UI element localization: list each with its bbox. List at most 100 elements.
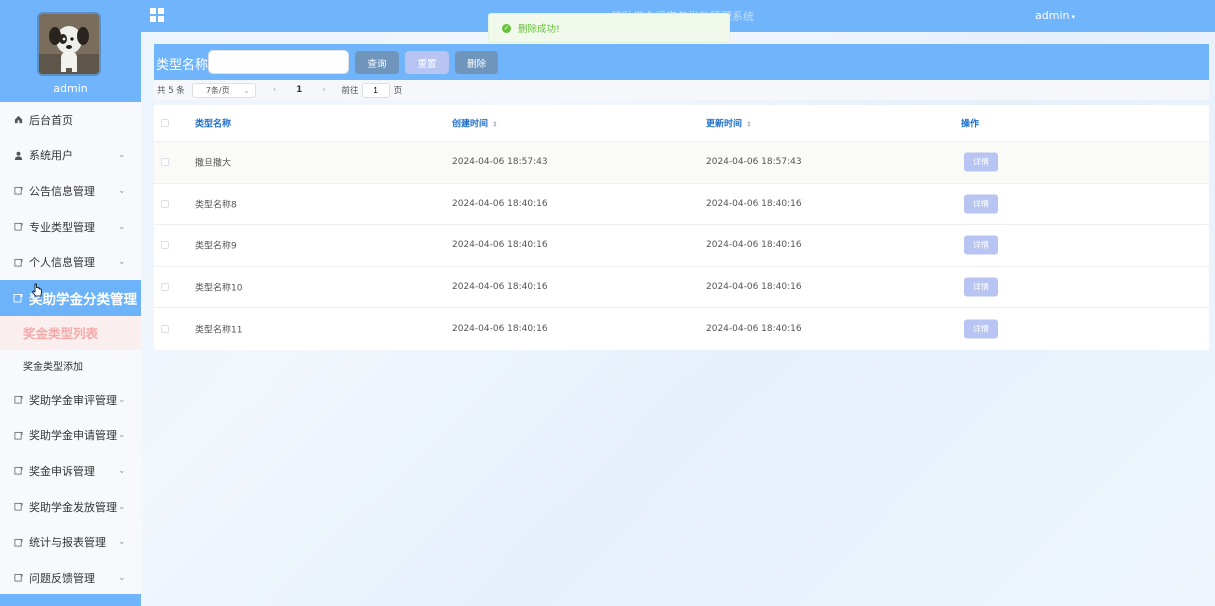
chevron-down-icon: ⌄ <box>118 394 126 405</box>
caret-down-icon: ▾ <box>1071 13 1075 21</box>
document-icon <box>13 186 23 196</box>
chevron-down-icon: ⌄ <box>118 430 126 441</box>
check-circle-icon: ✓ <box>502 23 511 33</box>
detail-button[interactable]: 详情 <box>964 235 998 255</box>
sidebar-item-feedback[interactable]: 问题反馈管理 ⌄ <box>0 560 141 596</box>
sidebar-item-scholarship-review[interactable]: 奖助学金审评管理 ⌄ <box>0 382 141 418</box>
mouse-cursor-icon <box>31 283 42 297</box>
sidebar-item-system-users[interactable]: 系统用户 ⌄ <box>0 138 141 174</box>
goto-label: 前往 <box>341 86 359 96</box>
query-button[interactable]: 查询 <box>355 51 399 74</box>
cell-created: 2024-04-06 18:40:16 <box>452 281 548 292</box>
search-bar: 类型名称 查询 重置 删除 <box>154 44 1209 80</box>
page-size-select[interactable]: 7条/页 ⌄ <box>191 82 256 98</box>
data-table: 类型名称 创建时间 ⇕ 更新时间 ⇕ 操作 撒旦撒大 2024-04-06 18:5… <box>154 105 1209 350</box>
sidebar-item-scholarship-payout[interactable]: 奖助学金发放管理 ⌄ <box>0 489 141 525</box>
sidebar-header: admin <box>0 0 141 102</box>
row-checkbox[interactable] <box>161 158 169 167</box>
sort-icon[interactable]: ⇕ <box>746 121 752 129</box>
sidebar-item-label: 统计与报表管理 <box>29 536 106 550</box>
sidebar-item-label: 奖助学金审评管理 <box>29 393 117 407</box>
avatar[interactable] <box>37 12 101 76</box>
column-header-label: 更新时间 <box>706 119 743 130</box>
sidebar-item-label: 个人信息管理 <box>29 256 95 270</box>
document-icon <box>13 257 23 267</box>
document-icon <box>13 395 23 405</box>
chevron-down-icon: ⌄ <box>118 150 126 161</box>
sidebar-item-label: 奖金申诉管理 <box>29 464 95 478</box>
sidebar-item-statistics[interactable]: 统计与报表管理 ⌄ <box>0 524 141 560</box>
prev-page-icon[interactable]: ‹ <box>273 85 276 95</box>
detail-button[interactable]: 详情 <box>964 277 998 297</box>
cell-created: 2024-04-06 18:40:16 <box>452 240 548 251</box>
sidebar-item-personal-info[interactable]: 个人信息管理 ⌄ <box>0 244 141 280</box>
column-header-created[interactable]: 创建时间 ⇕ <box>452 117 498 130</box>
sidebar-item-notice[interactable]: 公告信息管理 ⌄ <box>0 173 141 209</box>
document-icon <box>13 430 23 440</box>
row-checkbox[interactable] <box>161 282 169 291</box>
sidebar-item-label: 奖助学金申请管理 <box>29 429 117 443</box>
chevron-down-icon: ⌄ <box>118 501 126 512</box>
sidebar: admin 后台首页 系统用户 ⌄ 公告信息管理 ⌄ 专业类型管理 ⌄ 个人信息… <box>0 0 141 606</box>
next-page-icon[interactable]: › <box>322 85 325 95</box>
delete-button[interactable]: 删除 <box>455 51 498 74</box>
chevron-down-icon: ⌄ <box>118 185 126 196</box>
sidebar-subitem-award-type-add[interactable]: 奖金类型添加 <box>0 350 141 382</box>
pagination-total: 共 5 条 <box>157 86 185 96</box>
page-size-value: 7条/页 <box>205 85 230 95</box>
cell-created: 2024-04-06 18:40:16 <box>452 198 548 209</box>
table-row: 撒旦撒大 2024-04-06 18:57:43 2024-04-06 18:5… <box>154 142 1209 184</box>
sidebar-item-label: 问题反馈管理 <box>29 571 95 585</box>
document-icon <box>13 573 23 583</box>
chevron-down-icon: ⌄ <box>118 537 126 548</box>
cell-updated: 2024-04-06 18:40:16 <box>706 198 802 209</box>
row-checkbox[interactable] <box>161 241 169 250</box>
page-jump-input[interactable] <box>361 82 390 98</box>
column-header-type-name: 类型名称 <box>195 119 232 130</box>
pagination: 共 5 条 7条/页 ⌄ ‹ 1 › 前往 页 <box>154 80 1209 100</box>
sidebar-item-award-appeal[interactable]: 奖金申诉管理 ⌄ <box>0 453 141 489</box>
table-row: 类型名称8 2024-04-06 18:40:16 2024-04-06 18:… <box>154 184 1209 225</box>
detail-button[interactable]: 详情 <box>964 194 998 214</box>
current-page[interactable]: 1 <box>296 85 302 95</box>
document-icon <box>13 222 23 232</box>
cell-created: 2024-04-06 18:40:16 <box>452 323 548 334</box>
detail-button[interactable]: 详情 <box>964 319 998 339</box>
table-row: 类型名称11 2024-04-06 18:40:16 2024-04-06 18… <box>154 308 1209 350</box>
column-header-updated[interactable]: 更新时间 ⇕ <box>706 117 752 130</box>
sidebar-subitem-award-type-list[interactable]: 奖金类型列表 <box>0 315 141 350</box>
chevron-down-icon: ⌄ <box>118 465 126 476</box>
cell-updated: 2024-04-06 18:40:16 <box>706 240 802 251</box>
reset-button[interactable]: 重置 <box>405 51 449 74</box>
sidebar-item-major-type[interactable]: 专业类型管理 ⌄ <box>0 209 141 245</box>
cell-type-name: 类型名称9 <box>195 241 237 252</box>
select-all-checkbox[interactable] <box>161 119 169 127</box>
chevron-down-icon: ⌄ <box>118 221 126 232</box>
menu-grid-icon[interactable] <box>150 8 164 22</box>
cell-updated: 2024-04-06 18:57:43 <box>706 157 802 168</box>
cell-updated: 2024-04-06 18:40:16 <box>706 323 802 334</box>
search-label: 类型名称 <box>156 58 209 73</box>
cell-created: 2024-04-06 18:57:43 <box>452 157 548 168</box>
sidebar-username: admin <box>53 82 88 95</box>
sort-icon[interactable]: ⇕ <box>492 121 498 129</box>
user-icon <box>13 150 23 160</box>
home-icon <box>13 115 23 125</box>
sidebar-item-label: 奖助学金发放管理 <box>29 500 117 514</box>
success-toast: ✓ 删除成功! <box>488 13 730 43</box>
document-icon <box>13 466 23 476</box>
chevron-down-icon: ⌄ <box>243 85 250 95</box>
chevron-down-icon: ⌄ <box>118 257 126 268</box>
cell-updated: 2024-04-06 18:40:16 <box>706 281 802 292</box>
sidebar-item-scholarship-apply[interactable]: 奖助学金申请管理 ⌄ <box>0 418 141 454</box>
sidebar-item-label: 系统用户 <box>29 149 73 163</box>
sidebar-item-label: 奖助学金分类管理 <box>29 291 137 308</box>
search-input[interactable] <box>208 50 349 74</box>
sidebar-item-home[interactable]: 后台首页 <box>0 102 141 138</box>
row-checkbox[interactable] <box>161 199 169 208</box>
user-dropdown[interactable]: admin ▾ <box>1035 9 1075 22</box>
detail-button[interactable]: 详情 <box>964 152 998 172</box>
sidebar-item-scholarship-category[interactable]: 奖助学金分类管理 <box>0 279 141 316</box>
row-checkbox[interactable] <box>161 324 169 333</box>
column-header-label: 创建时间 <box>452 119 489 130</box>
